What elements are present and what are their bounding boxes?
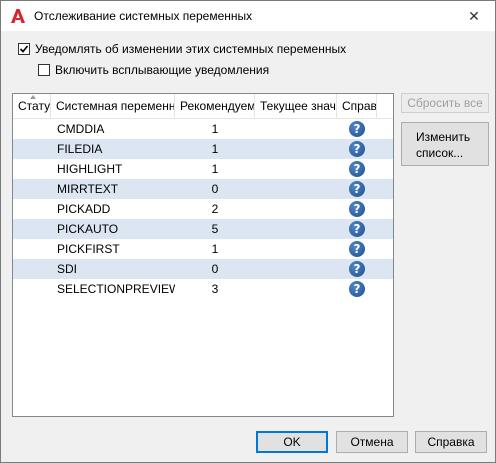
column-header-recommended[interactable]: Рекомендуемое (175, 94, 255, 118)
reset-all-button[interactable]: Сбросить все (401, 93, 489, 113)
status-cell (13, 139, 51, 159)
current-value-cell (255, 179, 337, 199)
recommended-value-cell[interactable]: 1 (175, 159, 255, 179)
current-value-cell (255, 259, 337, 279)
recommended-value-cell[interactable]: 3 (175, 279, 255, 299)
column-header-status[interactable]: Статус (13, 94, 51, 118)
help-cell: ? (337, 139, 377, 159)
column-header-current[interactable]: Текущее значение (255, 94, 337, 118)
current-value-cell (255, 119, 337, 139)
edit-list-label-line1: Изменить (416, 130, 471, 144)
help-cell: ? (337, 179, 377, 199)
variable-name-cell: SELECTIONPREVIEW (57, 282, 175, 296)
help-icon[interactable]: ? (349, 241, 365, 257)
table-row[interactable]: SELECTIONPREVIEW 3 ? (13, 279, 393, 299)
status-cell (13, 279, 51, 299)
help-icon[interactable]: ? (349, 141, 365, 157)
current-value-cell (255, 219, 337, 239)
recommended-value-cell[interactable]: 0 (175, 179, 255, 199)
variable-name-cell: SDI (57, 262, 78, 276)
help-icon[interactable]: ? (349, 161, 365, 177)
title-bar: Отслеживание системных переменных ✕ (1, 1, 495, 31)
edit-list-label-line2: список... (416, 146, 464, 160)
cancel-button[interactable]: Отмена (336, 431, 408, 453)
help-cell: ? (337, 199, 377, 219)
help-cell: ? (337, 259, 377, 279)
variable-name-cell: FILEDIA (57, 142, 103, 156)
autocad-logo-icon (11, 9, 25, 23)
table-row[interactable]: MIRRTEXT 0 ? (13, 179, 393, 199)
help-button[interactable]: Справка (415, 431, 487, 453)
table-row[interactable]: SDI 0 ? (13, 259, 393, 279)
sysvar-table: Статус Системная переменная Рекомендуемо… (12, 93, 394, 417)
column-header-name[interactable]: Системная переменная (51, 94, 175, 118)
table-row[interactable]: HIGHLIGHT 1 ? (13, 159, 393, 179)
help-icon[interactable]: ? (349, 281, 365, 297)
balloon-checkbox[interactable] (38, 64, 50, 76)
table-row[interactable]: PICKAUTO 5 ? (13, 219, 393, 239)
help-cell: ? (337, 159, 377, 179)
help-icon[interactable]: ? (349, 221, 365, 237)
help-cell: ? (337, 239, 377, 259)
checkmark-icon (19, 45, 29, 53)
help-cell: ? (337, 119, 377, 139)
current-value-cell (255, 279, 337, 299)
status-cell (13, 179, 51, 199)
edit-list-button[interactable]: Изменить список... (401, 122, 489, 166)
recommended-value-cell[interactable]: 2 (175, 199, 255, 219)
current-value-cell (255, 239, 337, 259)
recommended-value-cell[interactable]: 1 (175, 139, 255, 159)
variable-name-cell: CMDDIA (57, 122, 105, 136)
recommended-value-cell[interactable]: 0 (175, 259, 255, 279)
table-row[interactable]: FILEDIA 1 ? (13, 139, 393, 159)
ok-button[interactable]: OK (256, 431, 328, 453)
table-row[interactable]: PICKADD 2 ? (13, 199, 393, 219)
table-header: Статус Системная переменная Рекомендуемо… (13, 94, 393, 119)
status-cell (13, 119, 51, 139)
recommended-value-cell[interactable]: 1 (175, 239, 255, 259)
help-cell: ? (337, 219, 377, 239)
current-value-cell (255, 159, 337, 179)
window-title: Отслеживание системных переменных (34, 9, 253, 23)
table-row[interactable]: CMDDIA 1 ? (13, 119, 393, 139)
help-cell: ? (337, 279, 377, 299)
status-cell (13, 199, 51, 219)
help-icon[interactable]: ? (349, 261, 365, 277)
notify-checkbox-row[interactable]: Уведомлять об изменении этих системных п… (18, 42, 346, 56)
variable-name-cell: PICKAUTO (57, 222, 119, 236)
status-cell (13, 259, 51, 279)
close-icon[interactable]: ✕ (461, 5, 487, 27)
dialog-window: Отслеживание системных переменных ✕ Увед… (0, 0, 496, 463)
status-cell (13, 239, 51, 259)
balloon-label: Включить всплывающие уведомления (55, 63, 270, 77)
status-cell (13, 159, 51, 179)
help-icon[interactable]: ? (349, 181, 365, 197)
table-body: CMDDIA 1 ? FILEDIA 1 ? HIGHLIGHT 1 ? MIR… (13, 119, 393, 299)
status-cell (13, 219, 51, 239)
recommended-value-cell[interactable]: 5 (175, 219, 255, 239)
help-icon[interactable]: ? (349, 121, 365, 137)
balloon-checkbox-row[interactable]: Включить всплывающие уведомления (38, 63, 269, 77)
variable-name-cell: PICKADD (57, 202, 111, 216)
column-header-help[interactable]: Справка (337, 94, 377, 118)
notify-checkbox[interactable] (18, 43, 30, 55)
current-value-cell (255, 139, 337, 159)
variable-name-cell: HIGHLIGHT (57, 162, 123, 176)
variable-name-cell: MIRRTEXT (57, 182, 119, 196)
variable-name-cell: PICKFIRST (57, 242, 120, 256)
current-value-cell (255, 199, 337, 219)
notify-label: Уведомлять об изменении этих системных п… (35, 42, 347, 56)
table-row[interactable]: PICKFIRST 1 ? (13, 239, 393, 259)
recommended-value-cell[interactable]: 1 (175, 119, 255, 139)
help-icon[interactable]: ? (349, 201, 365, 217)
